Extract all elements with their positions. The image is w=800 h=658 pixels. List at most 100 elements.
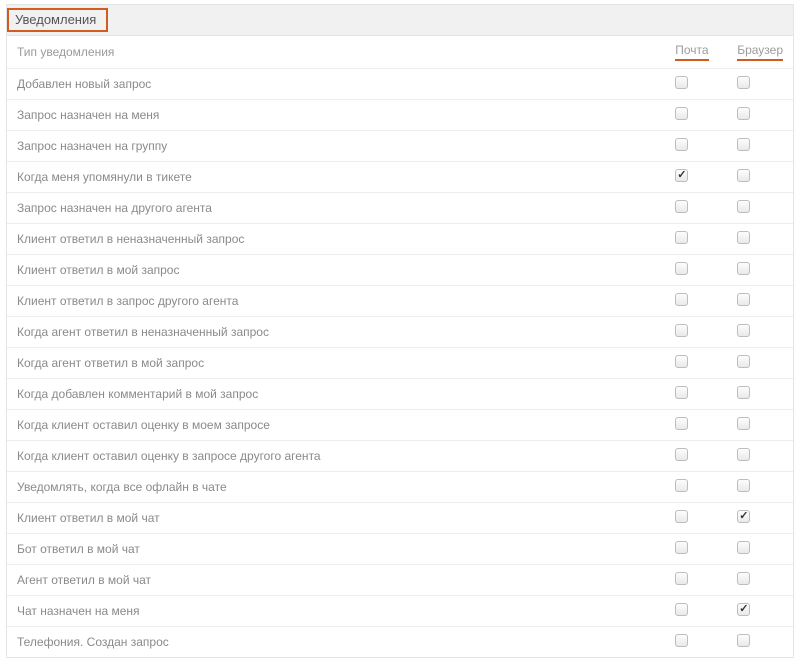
cell-mail: [665, 162, 727, 193]
cell-mail: [665, 441, 727, 472]
checkbox-browser[interactable]: [737, 262, 750, 275]
panel-title: Уведомления: [7, 8, 108, 32]
checkbox-browser[interactable]: [737, 448, 750, 461]
cell-mail: [665, 627, 727, 658]
checkbox-mail[interactable]: [675, 386, 688, 399]
checkbox-mail[interactable]: [675, 231, 688, 244]
checkbox-browser[interactable]: [737, 293, 750, 306]
checkbox-mail[interactable]: [675, 417, 688, 430]
col-header-browser[interactable]: Браузер: [727, 36, 793, 69]
cell-mail: [665, 224, 727, 255]
row-label: Когда клиент оставил оценку в запросе др…: [7, 441, 665, 472]
row-label: Запрос назначен на меня: [7, 100, 665, 131]
row-label: Запрос назначен на другого агента: [7, 193, 665, 224]
cell-browser: [727, 596, 793, 627]
cell-mail: [665, 534, 727, 565]
col-header-mail[interactable]: Почта: [665, 36, 727, 69]
checkbox-mail[interactable]: [675, 572, 688, 585]
row-label: Уведомлять, когда все офлайн в чате: [7, 472, 665, 503]
checkbox-browser[interactable]: [737, 355, 750, 368]
notifications-table: Тип уведомления Почта Браузер Добавлен н…: [7, 36, 793, 657]
checkbox-mail[interactable]: [675, 200, 688, 213]
cell-browser: [727, 441, 793, 472]
row-label: Клиент ответил в мой чат: [7, 503, 665, 534]
table-row: Клиент ответил в запрос другого агента: [7, 286, 793, 317]
checkbox-mail[interactable]: [675, 76, 688, 89]
checkbox-browser[interactable]: [737, 417, 750, 430]
cell-mail: [665, 348, 727, 379]
cell-browser: [727, 503, 793, 534]
cell-mail: [665, 131, 727, 162]
cell-mail: [665, 472, 727, 503]
row-label: Запрос назначен на группу: [7, 131, 665, 162]
table-row: Клиент ответил в неназначенный запрос: [7, 224, 793, 255]
checkbox-browser[interactable]: [737, 603, 750, 616]
panel-header: Уведомления: [7, 5, 793, 36]
table-row: Клиент ответил в мой запрос: [7, 255, 793, 286]
cell-browser: [727, 69, 793, 100]
table-row: Когда клиент оставил оценку в моем запро…: [7, 410, 793, 441]
checkbox-browser[interactable]: [737, 572, 750, 585]
table-row: Запрос назначен на другого агента: [7, 193, 793, 224]
checkbox-browser[interactable]: [737, 231, 750, 244]
checkbox-browser[interactable]: [737, 169, 750, 182]
checkbox-mail[interactable]: [675, 262, 688, 275]
checkbox-mail[interactable]: [675, 634, 688, 647]
checkbox-browser[interactable]: [737, 541, 750, 554]
checkbox-browser[interactable]: [737, 324, 750, 337]
checkbox-browser[interactable]: [737, 510, 750, 523]
row-label: Когда меня упомянули в тикете: [7, 162, 665, 193]
checkbox-mail[interactable]: [675, 293, 688, 306]
checkbox-browser[interactable]: [737, 386, 750, 399]
checkbox-browser[interactable]: [737, 76, 750, 89]
checkbox-mail[interactable]: [675, 138, 688, 151]
cell-browser: [727, 224, 793, 255]
checkbox-browser[interactable]: [737, 634, 750, 647]
cell-browser: [727, 255, 793, 286]
cell-browser: [727, 100, 793, 131]
cell-mail: [665, 317, 727, 348]
checkbox-browser[interactable]: [737, 200, 750, 213]
table-row: Агент ответил в мой чат: [7, 565, 793, 596]
cell-mail: [665, 379, 727, 410]
checkbox-mail[interactable]: [675, 479, 688, 492]
checkbox-browser[interactable]: [737, 107, 750, 120]
checkbox-mail[interactable]: [675, 169, 688, 182]
row-label: Клиент ответил в неназначенный запрос: [7, 224, 665, 255]
row-label: Добавлен новый запрос: [7, 69, 665, 100]
checkbox-mail[interactable]: [675, 448, 688, 461]
cell-browser: [727, 379, 793, 410]
checkbox-mail[interactable]: [675, 324, 688, 337]
row-label: Чат назначен на меня: [7, 596, 665, 627]
row-label: Агент ответил в мой чат: [7, 565, 665, 596]
cell-browser: [727, 565, 793, 596]
table-row: Запрос назначен на группу: [7, 131, 793, 162]
cell-browser: [727, 286, 793, 317]
checkbox-mail[interactable]: [675, 510, 688, 523]
cell-browser: [727, 131, 793, 162]
cell-mail: [665, 69, 727, 100]
checkbox-mail[interactable]: [675, 541, 688, 554]
notifications-panel: Уведомления Тип уведомления Почта Браузе…: [6, 4, 794, 658]
cell-browser: [727, 317, 793, 348]
cell-browser: [727, 162, 793, 193]
row-label: Бот ответил в мой чат: [7, 534, 665, 565]
checkbox-mail[interactable]: [675, 355, 688, 368]
checkbox-mail[interactable]: [675, 603, 688, 616]
row-label: Когда добавлен комментарий в мой запрос: [7, 379, 665, 410]
table-row: Запрос назначен на меня: [7, 100, 793, 131]
table-row: Когда клиент оставил оценку в запросе др…: [7, 441, 793, 472]
checkbox-browser[interactable]: [737, 138, 750, 151]
row-label: Клиент ответил в мой запрос: [7, 255, 665, 286]
checkbox-browser[interactable]: [737, 479, 750, 492]
row-label: Телефония. Создан запрос: [7, 627, 665, 658]
table-row: Когда агент ответил в неназначенный запр…: [7, 317, 793, 348]
row-label: Когда агент ответил в неназначенный запр…: [7, 317, 665, 348]
cell-mail: [665, 286, 727, 317]
table-row: Телефония. Создан запрос: [7, 627, 793, 658]
checkbox-mail[interactable]: [675, 107, 688, 120]
table-row: Бот ответил в мой чат: [7, 534, 793, 565]
table-row: Когда агент ответил в мой запрос: [7, 348, 793, 379]
cell-mail: [665, 503, 727, 534]
table-row: Клиент ответил в мой чат: [7, 503, 793, 534]
